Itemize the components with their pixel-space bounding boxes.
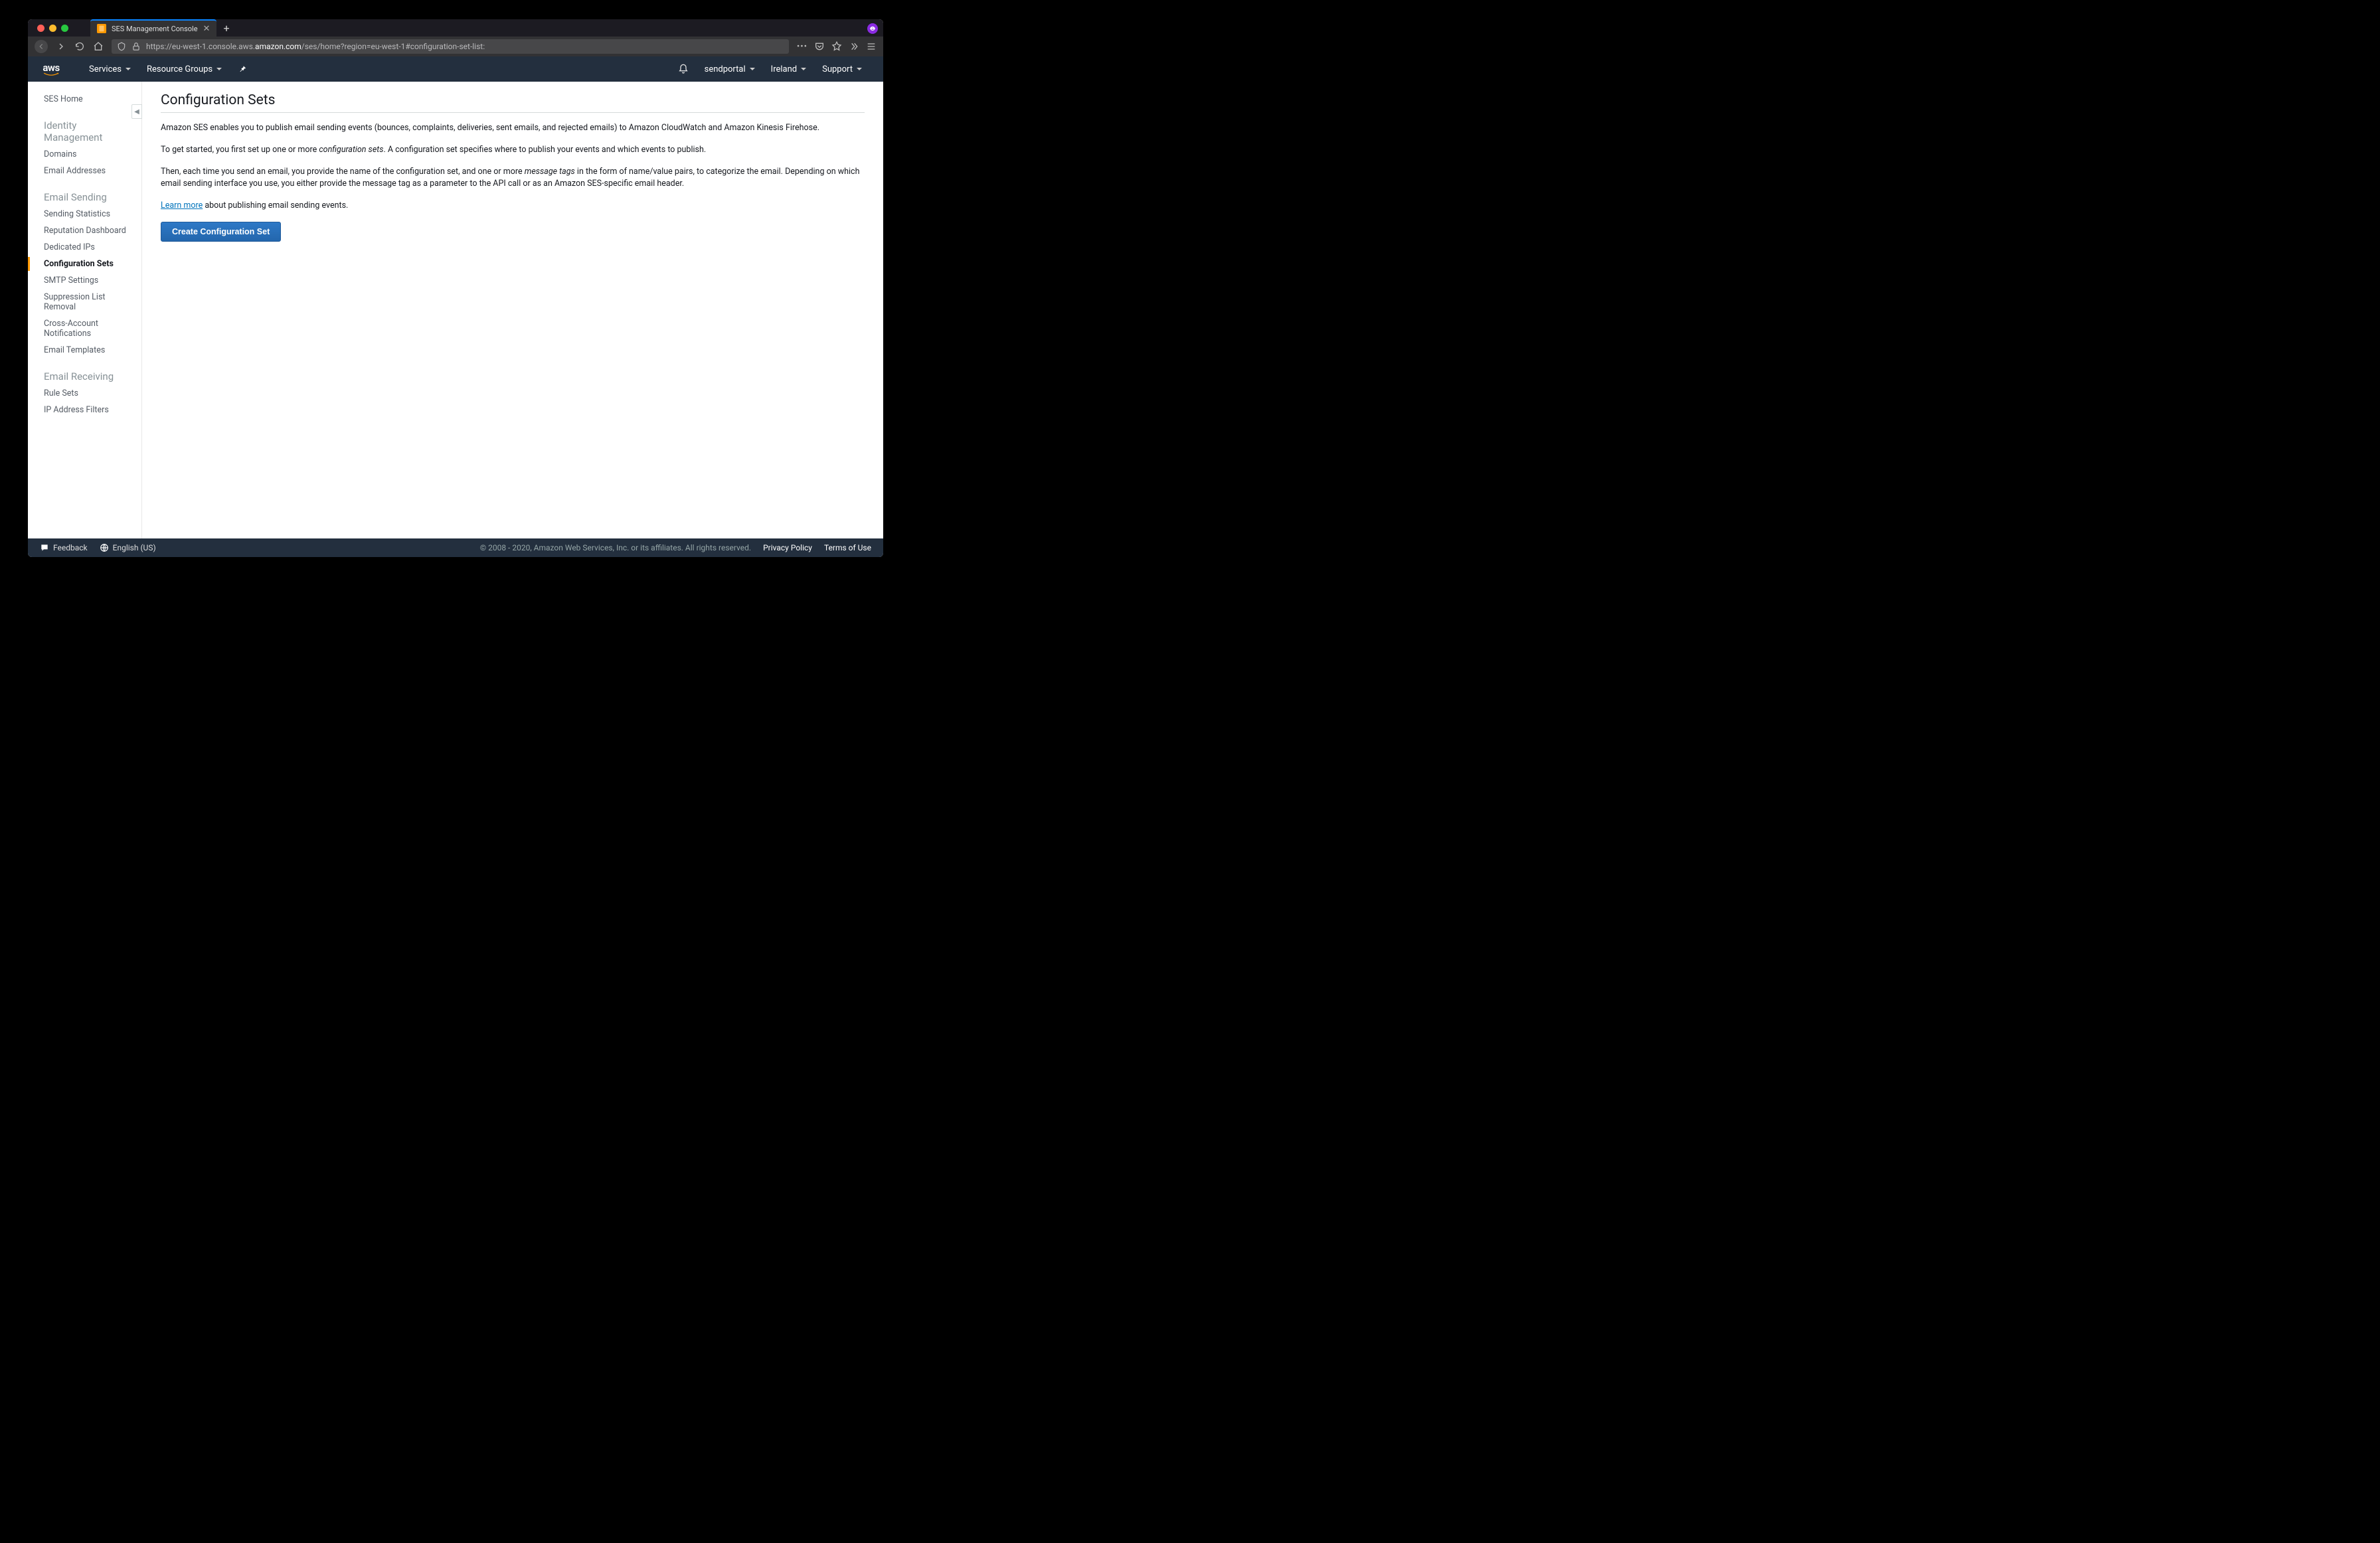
nav-support-label: Support: [822, 64, 853, 74]
sidebar-item-ip-address-filters[interactable]: IP Address Filters: [44, 402, 131, 418]
new-tab-button[interactable]: +: [223, 22, 229, 35]
intro-paragraph-2: To get started, you first set up one or …: [161, 144, 865, 157]
window-maximize-icon[interactable]: [61, 25, 68, 32]
menu-icon[interactable]: [866, 41, 877, 52]
sidebar-item-email-templates[interactable]: Email Templates: [44, 342, 131, 359]
window-minimize-icon[interactable]: [49, 25, 56, 32]
aws-top-nav: aws Services Resource Groups sendportal …: [28, 56, 883, 82]
nav-services[interactable]: Services: [81, 64, 139, 74]
nav-region-label: Ireland: [771, 64, 797, 74]
sidebar-item-reputation-dashboard[interactable]: Reputation Dashboard: [44, 222, 131, 239]
footer-feedback-label: Feedback: [53, 543, 88, 552]
reload-icon[interactable]: [74, 41, 85, 52]
nav-pin[interactable]: [230, 64, 255, 74]
footer-terms-link[interactable]: Terms of Use: [824, 543, 871, 552]
browser-tab[interactable]: SES Management Console ✕: [90, 19, 216, 37]
sidebar-item-ses-home[interactable]: SES Home: [44, 91, 131, 108]
sidebar-item-cross-account-notifications[interactable]: Cross-Account Notifications: [44, 315, 131, 342]
nav-resource-groups-label: Resource Groups: [147, 64, 212, 74]
learn-more-line: Learn more about publishing email sendin…: [161, 200, 865, 212]
main-content: Configuration Sets Amazon SES enables yo…: [142, 82, 883, 538]
nav-resource-groups[interactable]: Resource Groups: [139, 64, 230, 74]
sidebar-item-domains[interactable]: Domains: [44, 146, 131, 163]
sidebar-item-smtp-settings[interactable]: SMTP Settings: [44, 272, 131, 289]
pin-icon: [238, 64, 247, 74]
sidebar-heading-email-receiving: Email Receiving: [44, 370, 131, 382]
favicon-icon: [97, 24, 106, 33]
back-icon[interactable]: [35, 40, 48, 53]
chevron-down-icon: [126, 68, 131, 70]
intro-paragraph-1: Amazon SES enables you to publish email …: [161, 122, 865, 135]
tab-close-icon[interactable]: ✕: [203, 24, 211, 34]
extension-badge-icon[interactable]: [867, 23, 878, 34]
footer-copyright: © 2008 - 2020, Amazon Web Services, Inc.…: [480, 543, 751, 552]
sidebar-item-email-addresses[interactable]: Email Addresses: [44, 163, 131, 179]
nav-support[interactable]: Support: [814, 64, 870, 74]
url-text: https://eu-west-1.console.aws.amazon.com…: [146, 42, 485, 51]
sidebar-item-dedicated-ips[interactable]: Dedicated IPs: [44, 239, 131, 256]
url-bar[interactable]: https://eu-west-1.console.aws.amazon.com…: [112, 39, 789, 54]
footer-language-label: English (US): [113, 543, 156, 552]
chevron-down-icon: [857, 68, 862, 70]
footer-privacy-link[interactable]: Privacy Policy: [763, 543, 812, 552]
browser-toolbar: https://eu-west-1.console.aws.amazon.com…: [28, 37, 883, 56]
sidebar-item-configuration-sets[interactable]: Configuration Sets: [44, 256, 131, 272]
learn-more-link[interactable]: Learn more: [161, 201, 203, 210]
nav-services-label: Services: [89, 64, 122, 74]
globe-icon: [100, 543, 109, 552]
nav-account[interactable]: sendportal: [697, 64, 763, 74]
sidebar-item-suppression-list-removal[interactable]: Suppression List Removal: [44, 289, 131, 315]
chevron-down-icon: [216, 68, 222, 70]
aws-logo[interactable]: aws: [41, 62, 61, 76]
tab-title: SES Management Console: [112, 25, 198, 33]
divider: [161, 112, 865, 113]
intro-paragraph-3: Then, each time you send an email, you p…: [161, 166, 865, 191]
nav-notifications[interactable]: [670, 64, 697, 74]
bell-icon: [678, 64, 689, 74]
pocket-icon[interactable]: [814, 41, 825, 52]
page-title: Configuration Sets: [161, 92, 865, 108]
nav-account-label: sendportal: [705, 64, 746, 74]
chevron-down-icon: [750, 68, 755, 70]
speech-bubble-icon: [40, 543, 49, 552]
sidebar-item-sending-statistics[interactable]: Sending Statistics: [44, 206, 131, 222]
browser-tab-strip: SES Management Console ✕ +: [28, 19, 883, 37]
home-icon[interactable]: [93, 41, 104, 52]
bookmark-star-icon[interactable]: [831, 41, 842, 52]
sidebar: ◀ SES Home Identity Management Domains E…: [28, 82, 142, 538]
chevron-down-icon: [801, 68, 806, 70]
window-close-icon[interactable]: [37, 25, 44, 32]
more-dots-icon[interactable]: •••: [797, 42, 808, 52]
shield-icon: [117, 42, 126, 51]
footer-feedback[interactable]: Feedback: [40, 543, 88, 552]
footer-language[interactable]: English (US): [100, 543, 156, 552]
overflow-icon[interactable]: [849, 41, 859, 52]
lock-icon: [131, 42, 141, 51]
sidebar-heading-email-sending: Email Sending: [44, 191, 131, 203]
create-configuration-set-button[interactable]: Create Configuration Set: [161, 222, 281, 242]
sidebar-heading-identity: Identity Management: [44, 120, 131, 143]
sidebar-item-rule-sets[interactable]: Rule Sets: [44, 385, 131, 402]
nav-region[interactable]: Ireland: [763, 64, 814, 74]
aws-footer: Feedback English (US) © 2008 - 2020, Ama…: [28, 538, 883, 557]
forward-icon[interactable]: [56, 41, 66, 52]
sidebar-collapse-handle[interactable]: ◀: [131, 104, 142, 119]
